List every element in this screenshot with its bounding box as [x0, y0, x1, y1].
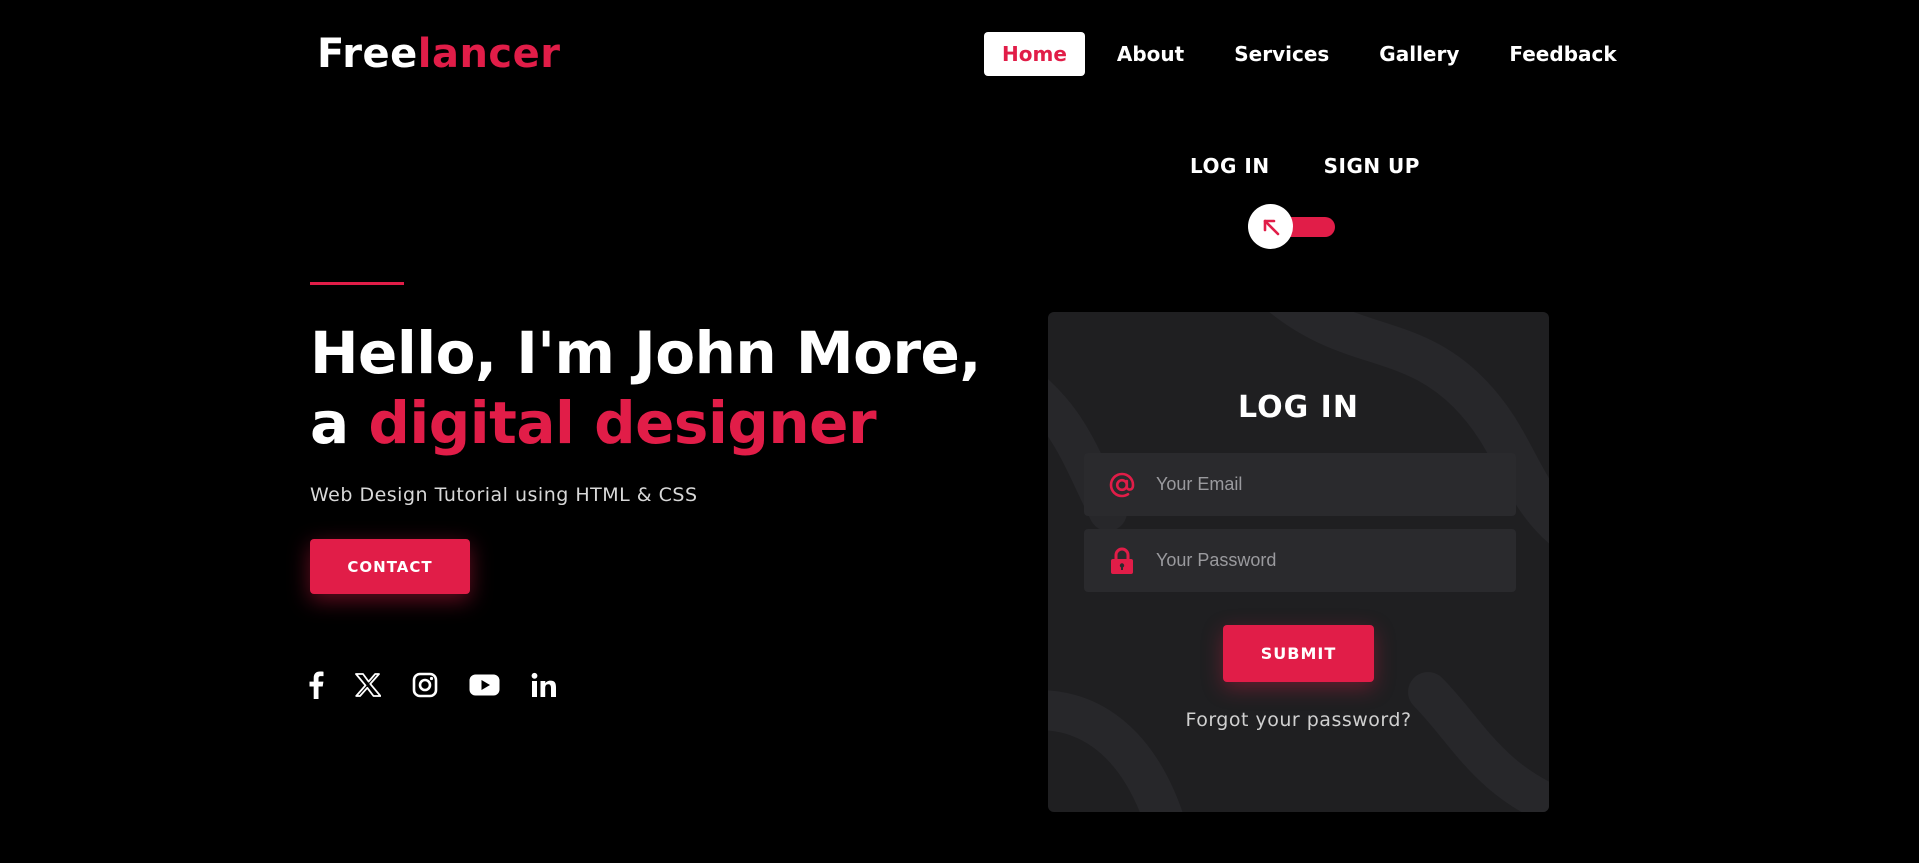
x-twitter-icon	[355, 673, 381, 697]
hero-title: Hello, I'm John More, a digital designer	[310, 318, 981, 458]
submit-button[interactable]: SUBMIT	[1223, 625, 1374, 682]
arrow-up-left-icon	[1263, 219, 1279, 235]
email-field-wrapper	[1084, 453, 1516, 516]
youtube-icon	[469, 674, 500, 696]
hero-title-line2-prefix: a	[310, 389, 369, 457]
contact-button[interactable]: CONTACT	[310, 539, 470, 594]
facebook-link[interactable]	[308, 668, 324, 702]
switch-signup-label[interactable]: SIGN UP	[1324, 154, 1420, 178]
instagram-link[interactable]	[412, 668, 438, 702]
youtube-link[interactable]	[469, 668, 500, 702]
auth-switch-labels: LOG IN SIGN UP	[1190, 154, 1474, 178]
nav-about[interactable]: About	[1099, 32, 1202, 76]
login-title: LOG IN	[1238, 390, 1359, 425]
at-sign-icon	[1104, 471, 1140, 499]
hero-title-line1: Hello, I'm John More,	[310, 319, 981, 387]
email-input[interactable]	[1154, 453, 1516, 516]
logo-text-lancer: lancer	[417, 31, 561, 77]
login-card: LOG IN SUBMIT Forgot your password?	[1048, 312, 1549, 812]
password-field-wrapper	[1084, 529, 1516, 592]
forgot-password-link[interactable]: Forgot your password?	[1048, 709, 1549, 731]
password-input[interactable]	[1154, 529, 1516, 592]
lock-icon	[1104, 547, 1140, 575]
linkedin-icon	[531, 672, 556, 697]
instagram-icon	[412, 672, 438, 698]
auth-toggle-knob[interactable]	[1248, 204, 1293, 249]
linkedin-link[interactable]	[531, 668, 557, 702]
x-twitter-link[interactable]	[355, 668, 381, 702]
facebook-icon	[309, 671, 324, 699]
hero-accent-line	[310, 282, 404, 285]
hero-subtitle: Web Design Tutorial using HTML & CSS	[310, 484, 698, 506]
nav-gallery[interactable]: Gallery	[1361, 32, 1477, 76]
nav-services[interactable]: Services	[1216, 32, 1347, 76]
switch-login-label[interactable]: LOG IN	[1190, 154, 1270, 178]
hero-title-accent: digital designer	[368, 389, 877, 457]
nav-home[interactable]: Home	[984, 32, 1085, 76]
main-nav: Home About Services Gallery Feedback	[984, 32, 1649, 76]
brand-logo[interactable]: Freelancer	[317, 30, 561, 78]
social-links	[308, 668, 588, 702]
nav-feedback[interactable]: Feedback	[1491, 32, 1634, 76]
logo-text-free: Free	[317, 31, 418, 77]
